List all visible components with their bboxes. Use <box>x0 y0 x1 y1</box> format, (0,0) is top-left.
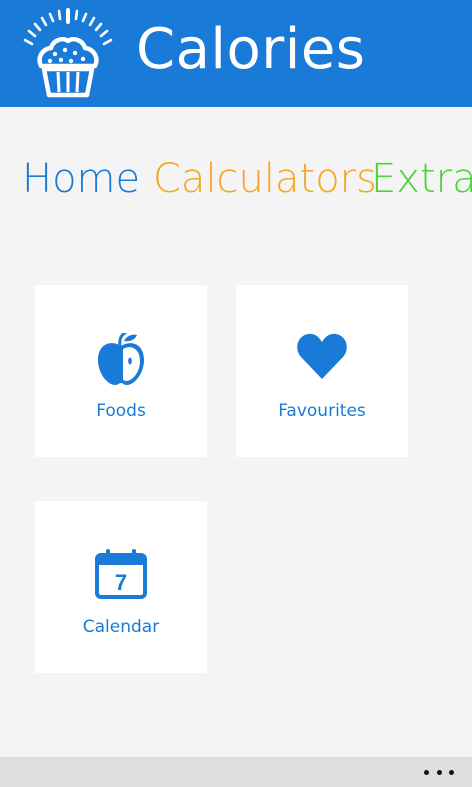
pivot-item-extra[interactable]: Extra <box>371 150 472 208</box>
app-title: Calories <box>136 17 366 82</box>
more-options-icon[interactable] <box>424 766 454 778</box>
cupcake-scale-icon <box>23 8 113 98</box>
app-bar <box>0 757 472 787</box>
calendar-day-number: 7 <box>115 570 127 595</box>
more-dot <box>436 769 442 775</box>
calendar-icon: 7 <box>95 549 147 599</box>
pivot-nav: Home Calculators Extra <box>0 150 472 210</box>
tile-foods[interactable]: Foods <box>35 285 207 457</box>
tile-calendar-label: Calendar <box>82 617 160 637</box>
heart-icon <box>297 333 347 379</box>
more-dot <box>424 769 429 775</box>
more-dot <box>449 769 454 775</box>
apple-icon <box>98 333 144 385</box>
pivot-item-home[interactable]: Home <box>22 150 140 208</box>
tile-calendar[interactable]: 7 Calendar <box>35 501 207 673</box>
tile-foods-label: Foods <box>96 401 146 421</box>
tile-favourites[interactable]: Favourites <box>236 285 408 457</box>
tile-favourites-label: Favourites <box>278 401 366 421</box>
pivot-item-calculators[interactable]: Calculators <box>153 150 377 208</box>
app-header: Calories <box>0 0 472 107</box>
